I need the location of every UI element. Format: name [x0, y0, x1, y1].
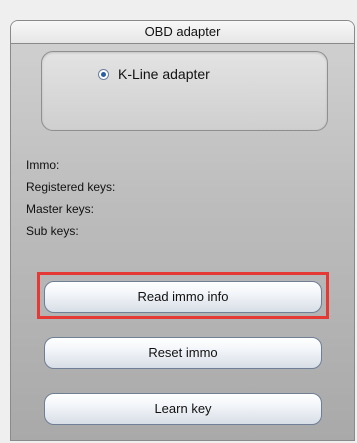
adapter-group: K-Line adapter	[41, 51, 328, 131]
sub-keys-label: Sub keys:	[26, 224, 79, 238]
k-line-option[interactable]: K-Line adapter	[98, 66, 210, 82]
immo-label: Immo:	[26, 158, 60, 172]
learn-key-button[interactable]: Learn key	[44, 393, 322, 425]
master-keys-label: Master keys:	[26, 202, 95, 216]
root: OBD adapter K-Line adapter Immo: Registe…	[0, 0, 357, 443]
reset-immo-button[interactable]: Reset immo	[44, 337, 322, 369]
registered-keys-label: Registered keys:	[26, 180, 116, 194]
immo-info: Immo: Registered keys: Master keys: Sub …	[26, 154, 115, 242]
panel-title: OBD adapter	[11, 21, 354, 44]
read-immo-info-button[interactable]: Read immo info	[44, 281, 322, 313]
k-line-label: K-Line adapter	[118, 66, 210, 82]
obd-adapter-panel: OBD adapter K-Line adapter Immo: Registe…	[10, 20, 355, 441]
radio-selected-icon[interactable]	[98, 68, 109, 80]
